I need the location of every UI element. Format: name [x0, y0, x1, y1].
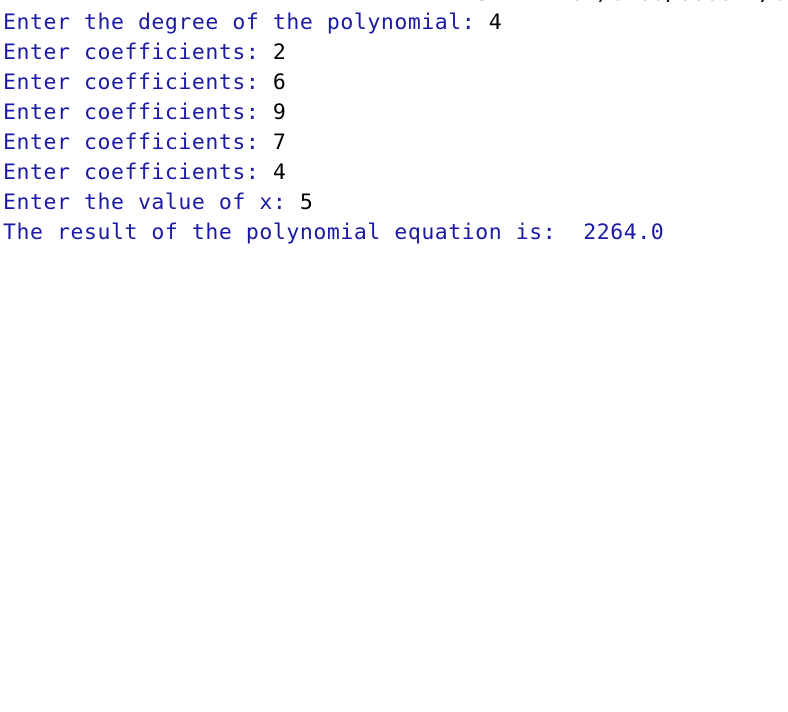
output-line: Enter coefficients: 4	[3, 158, 664, 188]
prompt-text: Enter the degree of the polynomial:	[3, 10, 489, 35]
prompt-text: Enter coefficients:	[3, 130, 273, 155]
prompt-text: Enter coefficients:	[3, 70, 273, 95]
output-line: Enter coefficients: 7	[3, 128, 664, 158]
prompt-text: Enter coefficients:	[3, 40, 273, 65]
prompt-text: Enter coefficients:	[3, 160, 273, 185]
user-input: 2	[272, 40, 287, 65]
result-line: The result of the polynomial equation is…	[3, 218, 664, 248]
result-text: The result of the polynomial equation is…	[3, 220, 665, 245]
user-input: 4	[272, 160, 287, 185]
user-input: 7	[272, 130, 287, 155]
user-input: 4	[488, 10, 503, 35]
console-output: kL.9vHRR. 0./0100/0000x2/0 Enter the deg…	[0, 0, 788, 712]
prompt-text: Enter the value of x:	[3, 190, 300, 215]
user-input: 6	[272, 70, 287, 95]
user-input: 5	[299, 190, 314, 215]
output-line: Enter coefficients: 9	[3, 98, 664, 128]
user-input: 9	[272, 100, 287, 125]
output-line: Enter coefficients: 6	[3, 68, 664, 98]
output-line: Enter the degree of the polynomial: 4	[3, 8, 664, 38]
output-line: Enter coefficients: 2	[3, 38, 664, 68]
output-lines: Enter the degree of the polynomial: 4 En…	[3, 8, 664, 248]
prompt-text: Enter coefficients:	[3, 100, 273, 125]
output-line: Enter the value of x: 5	[3, 188, 664, 218]
